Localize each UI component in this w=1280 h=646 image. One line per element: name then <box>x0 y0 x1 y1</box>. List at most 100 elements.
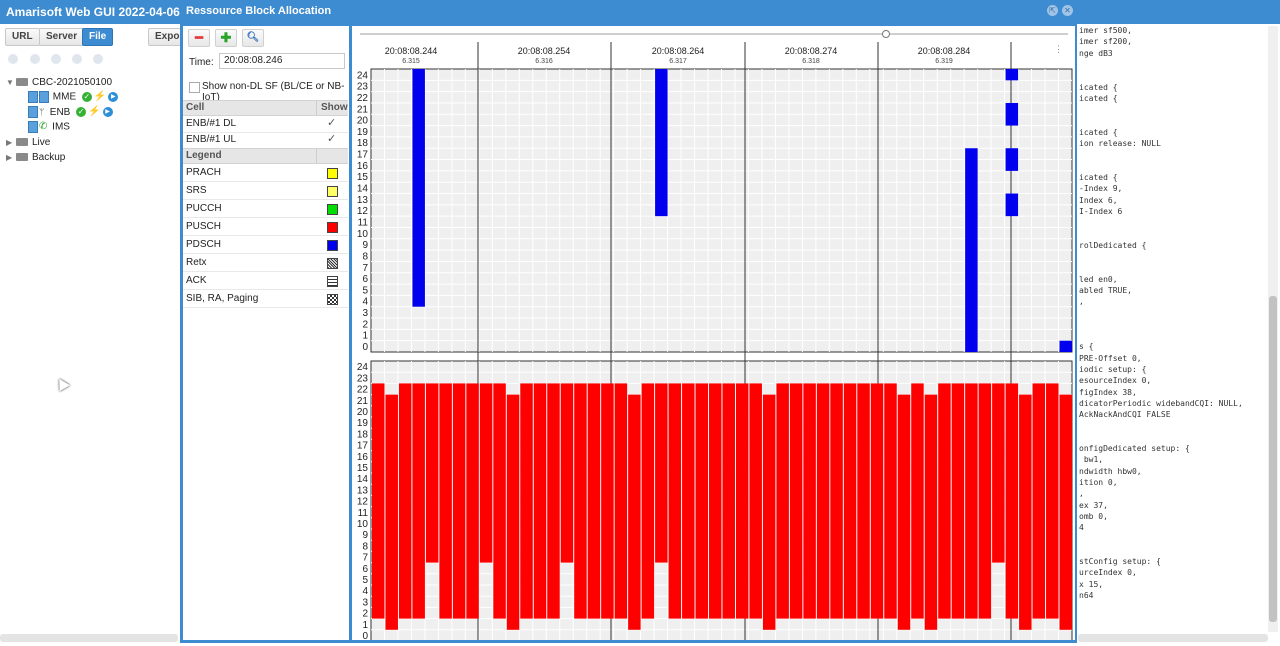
rb-index-label: 2 <box>362 609 368 620</box>
legend-item[interactable]: Retx <box>183 254 348 272</box>
add-button[interactable]: ✚ <box>215 29 237 47</box>
pusch-bar <box>735 383 749 619</box>
legend-item[interactable]: PDSCH <box>183 236 348 254</box>
legend-label: SIB, RA, Paging <box>186 293 259 304</box>
code-line: , <box>1079 297 1084 307</box>
add-icon[interactable] <box>93 54 103 64</box>
ok-icon: ✓ <box>81 92 92 102</box>
close-icon[interactable]: ✕ <box>1062 5 1073 16</box>
rb-index-label: 6 <box>362 564 368 575</box>
refresh-icon[interactable] <box>72 54 82 64</box>
cell-row[interactable]: ENB/#1 UL ✓ <box>183 131 348 149</box>
tree-root-label: CBC-2021050100 <box>32 77 113 88</box>
pusch-bar <box>425 383 439 563</box>
legend-swatch[interactable] <box>327 168 338 179</box>
show-nondl-checkbox[interactable] <box>189 82 200 93</box>
legend-label: PDSCH <box>186 239 222 250</box>
right-horizontal-scrollbar[interactable] <box>1078 634 1268 642</box>
pusch-bar <box>628 394 641 630</box>
legend-item[interactable]: PUCCH <box>183 200 348 218</box>
zoom-button[interactable]: 🔍︎ <box>242 29 264 47</box>
restore-icon[interactable]: ⇱ <box>1047 5 1058 16</box>
show-cell-checkbox[interactable]: ✓ <box>327 115 336 132</box>
check-icon[interactable] <box>30 54 40 64</box>
legend-label: Retx <box>186 257 207 268</box>
legend-item[interactable]: ACK <box>183 272 348 290</box>
time-input[interactable]: 20:08:08.246 <box>219 53 345 69</box>
rb-index-label: 0 <box>362 631 368 640</box>
rb-index-label: 21 <box>357 104 369 115</box>
legend-item[interactable]: SIB, RA, Paging <box>183 290 348 308</box>
rb-index-label: 24 <box>357 362 369 373</box>
tree-item-enb[interactable]: ᛘ ENB ✓ ⚡ ▶ <box>28 105 113 119</box>
server-icon[interactable] <box>51 54 61 64</box>
server-icon <box>28 91 38 103</box>
legend-item[interactable]: PRACH <box>183 164 348 182</box>
pusch-bar <box>992 383 1005 563</box>
pusch-bar <box>951 383 965 619</box>
rb-index-label: 13 <box>357 485 369 496</box>
left-horizontal-scrollbar[interactable] <box>0 634 178 642</box>
code-line: rolDedicated { <box>1079 240 1147 250</box>
rb-index-label: 1 <box>362 331 368 342</box>
pusch-bar <box>709 383 722 619</box>
tree-item-ims[interactable]: ✆ IMS <box>28 120 70 134</box>
pusch-bar <box>857 383 870 619</box>
caret-down-icon[interactable]: ▼ <box>6 76 14 90</box>
legend-swatch[interactable] <box>327 276 338 287</box>
remove-button[interactable]: ━ <box>188 29 210 47</box>
legend-item[interactable]: PUSCH <box>183 218 348 236</box>
url-button[interactable]: URL <box>5 28 40 46</box>
rb-index-label: 7 <box>362 553 368 564</box>
pusch-bar <box>614 383 628 619</box>
show-cell-checkbox[interactable]: ✓ <box>327 131 336 148</box>
legend-swatch[interactable] <box>327 294 338 305</box>
pusch-bar <box>803 383 816 619</box>
rb-index-label: 14 <box>357 474 369 485</box>
bolt-icon[interactable]: ⚡ <box>94 90 106 104</box>
tree-item-backup[interactable]: ▶ Backup <box>6 151 65 165</box>
phone-icon: ✆ <box>39 121 48 132</box>
caret-right-icon[interactable]: ▶ <box>6 136 14 150</box>
legend-swatch[interactable] <box>327 240 338 251</box>
legend-swatch[interactable] <box>327 222 338 233</box>
code-line: omb 0, <box>1079 511 1108 521</box>
tree-root[interactable]: ▼ CBC-2021050100 <box>6 76 112 90</box>
pdsch-bar <box>1059 340 1072 352</box>
legend-label: PRACH <box>186 167 222 178</box>
caret-right-icon[interactable]: ▶ <box>6 151 14 165</box>
pusch-bar <box>776 383 789 619</box>
tree-item-label: ENB <box>49 107 71 118</box>
pusch-bar <box>1059 394 1072 630</box>
pusch-bar <box>547 383 560 619</box>
rb-index-label: 4 <box>362 297 368 308</box>
tree-item-live[interactable]: ▶ Live <box>6 136 50 150</box>
search-icon[interactable] <box>8 54 18 64</box>
rb-index-label: 9 <box>362 530 368 541</box>
rb-index-label: 18 <box>357 138 369 149</box>
code-line: x 15, <box>1079 579 1104 589</box>
tree-item-mme[interactable]: MME ✓ ⚡ ▶ <box>28 90 119 104</box>
rb-index-label: 18 <box>357 429 369 440</box>
code-line: nge dB3 <box>1079 48 1113 58</box>
pusch-bar <box>843 383 857 619</box>
legend-swatch[interactable] <box>327 258 338 269</box>
file-button[interactable]: File <box>82 28 114 46</box>
play-icon[interactable]: ▶ <box>102 107 113 118</box>
play-icon[interactable]: ▶ <box>108 92 119 102</box>
rb-index-label: 5 <box>362 285 368 296</box>
pusch-bar <box>789 383 803 619</box>
pusch-bar <box>439 383 452 619</box>
code-line: -Index 9, <box>1079 184 1123 194</box>
antenna-icon: ᛘ <box>39 107 45 117</box>
legend-item[interactable]: SRS <box>183 182 348 200</box>
legend-swatch[interactable] <box>327 186 338 197</box>
bolt-icon[interactable]: ⚡ <box>88 105 100 119</box>
show-column-header: Show <box>316 101 348 115</box>
rb-index-label: 12 <box>357 497 369 508</box>
legend-swatch[interactable] <box>327 204 338 215</box>
server-button[interactable]: Server <box>39 28 85 46</box>
pdsch-bar <box>965 148 978 352</box>
pusch-bar <box>682 383 695 619</box>
vertical-scrollbar-thumb[interactable] <box>1269 296 1277 622</box>
